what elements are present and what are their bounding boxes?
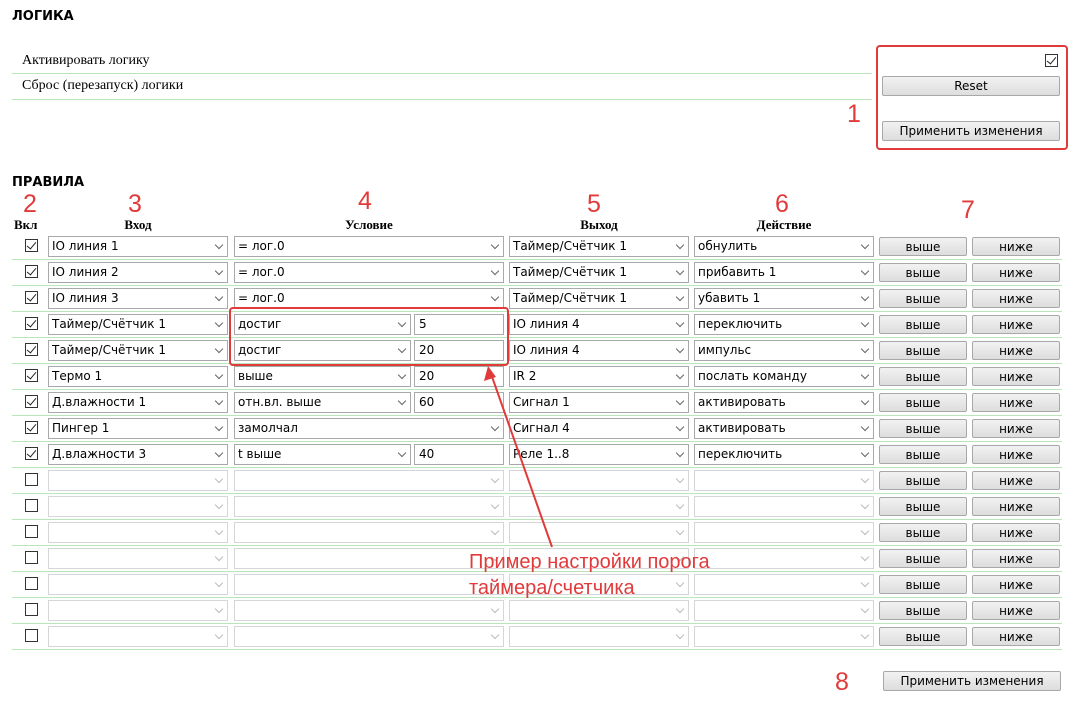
annotation-callout-line2: таймера/счетчика bbox=[469, 577, 635, 599]
annotation-callout-line1: Пример настройки порога bbox=[469, 551, 710, 573]
annotation-arrow bbox=[484, 366, 553, 548]
